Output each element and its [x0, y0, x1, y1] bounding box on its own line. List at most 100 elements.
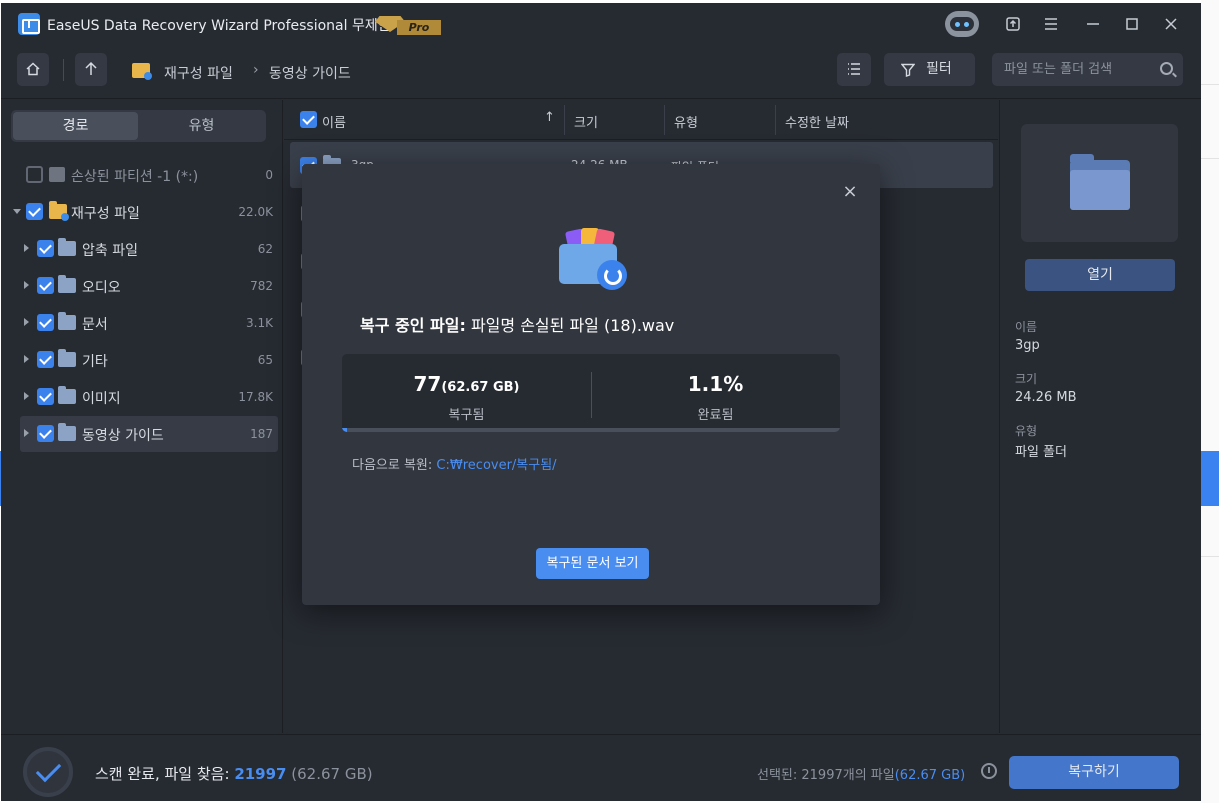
app-logo-icon	[18, 13, 40, 35]
close-icon[interactable]: ×	[842, 183, 858, 201]
tree-item-label: 이미지	[82, 391, 121, 407]
maximize-icon[interactable]	[1119, 11, 1145, 37]
tree-item-other[interactable]: 기타 65	[20, 342, 278, 378]
up-button[interactable]	[75, 53, 107, 86]
recovered-label: 복구됨	[448, 408, 485, 423]
tree-item-count: 3.1K	[246, 316, 273, 330]
checkbox[interactable]	[37, 314, 54, 331]
home-button[interactable]	[17, 53, 49, 86]
column-size[interactable]: 크기	[574, 112, 598, 131]
detail-key: 유형	[1015, 424, 1038, 438]
search-box[interactable]	[992, 53, 1183, 86]
tree-item-damaged-partition[interactable]: 손상된 파티션 -1 (*:) 0	[20, 157, 278, 193]
tree-item-label: 손상된 파티션 -1 (*:)	[71, 169, 199, 185]
status-bar: 스캔 완료, 파일 찾음: 21997 (62.67 GB) 선택된: 2199…	[1, 734, 1201, 801]
tree-item-archives[interactable]: 압축 파일 62	[20, 231, 278, 267]
tree-item-label: 문서	[82, 317, 108, 333]
column-type[interactable]: 유형	[674, 112, 698, 131]
column-name[interactable]: 이름	[322, 112, 346, 131]
view-list-button[interactable]	[837, 53, 871, 86]
breadcrumb-item-1[interactable]: 재구성 파일	[164, 63, 233, 83]
sidebar: 경로 유형 손상된 파티션 -1 (*:) 0 재구성 파일 22.0K 압축 …	[1, 100, 283, 733]
chevron-right-icon[interactable]	[24, 244, 29, 252]
close-window-icon[interactable]	[1158, 11, 1184, 37]
background-window-edge	[1201, 0, 1219, 803]
tree-item-count: 65	[257, 353, 273, 367]
recover-button[interactable]: 복구하기	[1009, 756, 1179, 789]
arrow-up-icon	[85, 61, 97, 75]
percent-stat: 1.1% 완료됨	[591, 354, 840, 428]
dialog-title-prefix: 복구 중인 파일:	[360, 316, 466, 335]
chevron-right-icon[interactable]	[24, 429, 29, 437]
filter-label: 필터	[926, 61, 952, 77]
destination-link[interactable]: C:₩recover/복구됨/	[436, 458, 556, 473]
recovery-progress-dialog: × 복구 중인 파일: 파일명 손실된 파일 (18).wav 77(62.67…	[302, 164, 880, 605]
tree-item-video-guide[interactable]: 동영상 가이드 187	[20, 416, 278, 452]
folder-icon	[49, 201, 69, 221]
checkbox[interactable]	[37, 388, 54, 405]
preview-area	[1021, 124, 1178, 242]
breadcrumb-item-2[interactable]: 동영상 가이드	[269, 63, 351, 83]
chevron-right-icon[interactable]	[24, 392, 29, 400]
chevron-right-icon[interactable]	[24, 355, 29, 363]
progress-stats: 77(62.67 GB) 복구됨 1.1% 완료됨	[342, 354, 840, 432]
tree-item-label: 오디오	[82, 280, 121, 296]
filter-button[interactable]: 필터	[884, 53, 975, 86]
chevron-right-icon[interactable]	[24, 281, 29, 289]
tree-item-label: 압축 파일	[82, 243, 138, 259]
folder-icon	[132, 63, 152, 80]
checkbox[interactable]	[37, 351, 54, 368]
search-input[interactable]	[1004, 53, 1154, 86]
scan-status-prefix: 스캔 완료, 파일 찾음:	[95, 765, 230, 783]
pro-label: Pro	[397, 20, 441, 35]
title-bar: EaseUS Data Recovery Wizard Professional…	[1, 3, 1201, 45]
file-list-header: 이름 ↑ 크기 유형 수정한 날짜	[284, 100, 998, 140]
selection-prefix: 선택된: 21997개의 파일	[757, 768, 895, 783]
tree-item-images[interactable]: 이미지 17.8K	[20, 379, 278, 415]
checkbox[interactable]	[37, 425, 54, 442]
filter-icon	[901, 63, 915, 77]
column-modified[interactable]: 수정한 날짜	[785, 112, 849, 131]
chevron-right-icon[interactable]	[24, 318, 29, 326]
open-button[interactable]: 열기	[1025, 259, 1175, 291]
tab-path[interactable]: 경로	[13, 112, 138, 140]
found-count: 21997	[234, 765, 287, 783]
tab-type[interactable]: 유형	[139, 112, 264, 140]
folder-icon	[58, 386, 76, 404]
home-icon	[26, 62, 40, 76]
menu-icon[interactable]	[1038, 11, 1064, 37]
progress-bar	[342, 428, 840, 432]
toolbar: 재구성 파일 › 동영상 가이드 필터	[1, 45, 1201, 99]
tree-item-audio[interactable]: 오디오 782	[20, 268, 278, 304]
recovered-count: 77	[413, 372, 442, 396]
tree-item-label: 동영상 가이드	[82, 428, 164, 444]
sort-arrow-up-icon[interactable]: ↑	[544, 110, 555, 125]
found-size: (62.67 GB)	[291, 765, 373, 783]
toolbar-divider	[63, 59, 64, 81]
progress-bar-fill	[342, 428, 348, 432]
assistant-robot-icon[interactable]	[939, 7, 985, 41]
checkbox[interactable]	[26, 203, 43, 220]
selection-summary: 선택된: 21997개의 파일(62.67 GB)	[757, 764, 965, 783]
destination-path: 다음으로 복원: C:₩recover/복구됨/	[352, 454, 557, 473]
minimize-icon[interactable]	[1080, 11, 1106, 37]
tree-item-documents[interactable]: 문서 3.1K	[20, 305, 278, 341]
tree-item-label: 재구성 파일	[71, 206, 140, 222]
scan-complete-check-icon	[23, 747, 73, 797]
recovery-folder-icon	[559, 226, 629, 290]
app-title: EaseUS Data Recovery Wizard Professional…	[47, 18, 391, 34]
view-recovered-button[interactable]: 복구된 문서 보기	[536, 548, 649, 579]
detail-value: 3gp	[1015, 338, 1040, 353]
upload-icon[interactable]	[1000, 11, 1026, 37]
details-panel: 열기 이름 3gp 크기 24.26 MB 유형 파일 폴더	[999, 100, 1201, 733]
chevron-down-icon[interactable]	[13, 209, 21, 214]
app-window: EaseUS Data Recovery Wizard Professional…	[1, 3, 1201, 801]
checkbox[interactable]	[26, 166, 43, 183]
checkbox[interactable]	[37, 277, 54, 294]
folder-icon	[58, 423, 76, 441]
tree-item-reconstructed-files[interactable]: 재구성 파일 22.0K	[13, 194, 278, 230]
select-all-checkbox[interactable]	[300, 111, 317, 128]
search-icon[interactable]	[1160, 62, 1173, 75]
checkbox[interactable]	[37, 240, 54, 257]
folder-icon	[58, 275, 76, 293]
